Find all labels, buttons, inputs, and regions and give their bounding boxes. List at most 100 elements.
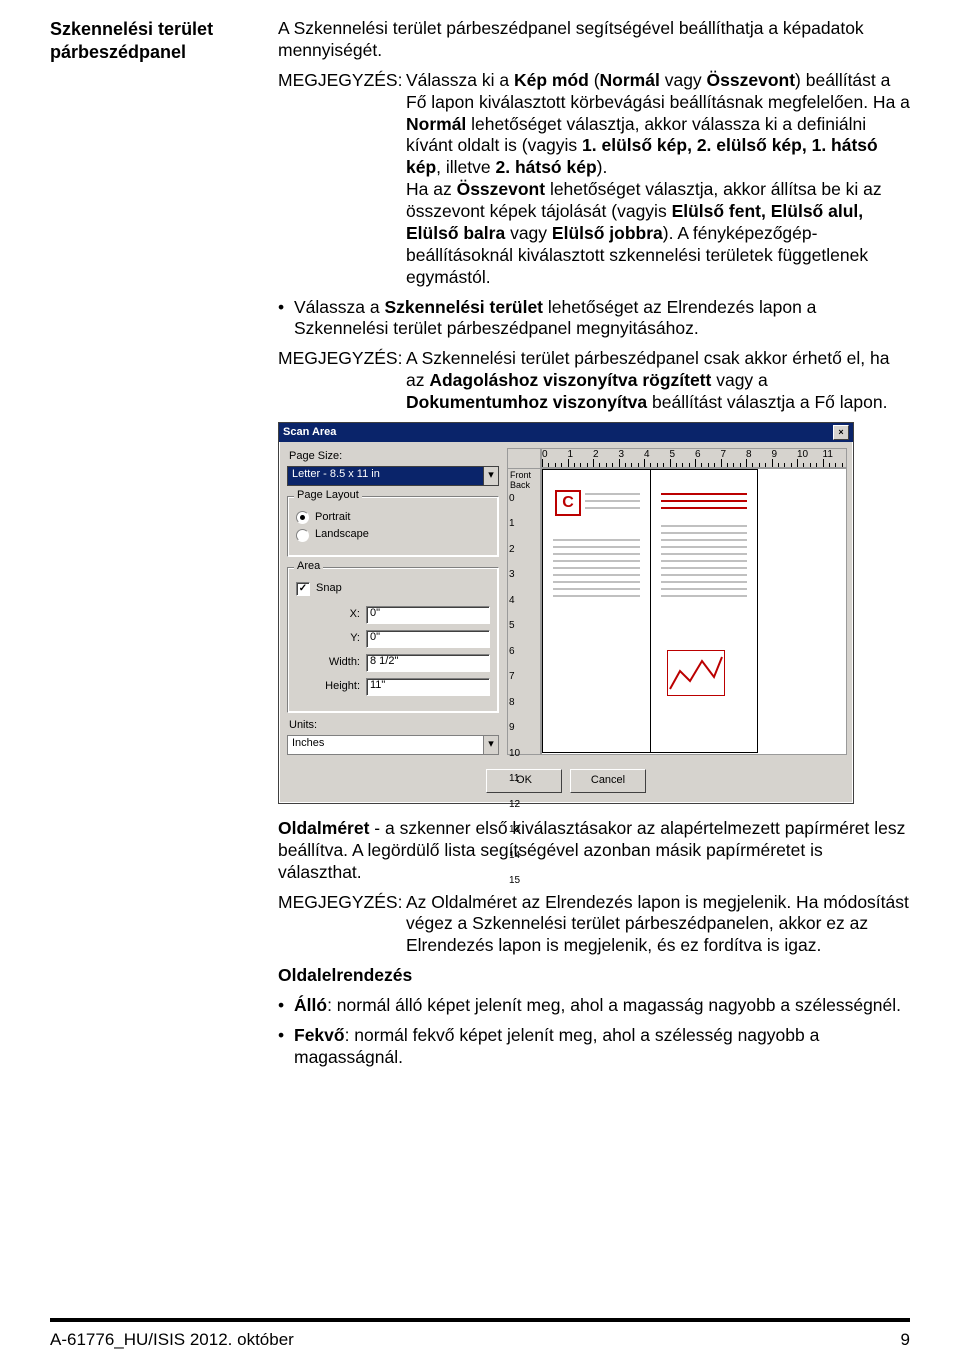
ok-button[interactable]: OK (486, 769, 562, 793)
page-size-dropdown[interactable]: Letter - 8.5 x 11 in ▾ (287, 466, 499, 486)
ruler-tick-label: 0 (509, 493, 515, 506)
t: : normál álló képet jelenít meg, ahol a … (327, 995, 901, 1015)
ruler-tick-label: 15 (509, 875, 520, 888)
t: Válassza ki a (406, 70, 514, 90)
t: : normál fekvő képet jelenít meg, ahol a… (294, 1025, 819, 1067)
units-label: Units: (289, 719, 499, 733)
t: vagy a (711, 370, 767, 390)
t: Normál (406, 114, 466, 134)
t: Oldalelrendezés (278, 965, 412, 985)
front-label: Front (510, 471, 531, 480)
ruler-tick-label: 14 (509, 850, 520, 863)
units-dropdown[interactable]: Inches ▾ (287, 735, 499, 755)
width-input[interactable]: 8 1/2" (366, 654, 490, 672)
ruler-tick-label: 10 (797, 449, 808, 462)
t: Szkennelési terület (384, 297, 543, 317)
t: Válassza a (294, 297, 384, 317)
ruler-tick-label: 4 (509, 595, 515, 608)
note-2: MEGJEGYZÉS: A Szkennelési terület párbes… (278, 348, 910, 414)
vertical-ruler: Front Back 0123456789101112131415 (507, 468, 541, 755)
ruler-tick-label: 11 (823, 449, 833, 462)
bullet-text: Fekvő: normál fekvő képet jelenít meg, a… (294, 1025, 910, 1069)
note-3-text: Az Oldalméret az Elrendezés lapon is meg… (406, 892, 910, 958)
bullet-text: Válassza a Szkennelési terület lehetőség… (294, 297, 910, 341)
bullet-fekvo: • Fekvő: normál fekvő képet jelenít meg,… (278, 1025, 910, 1069)
t: Álló (294, 995, 327, 1015)
ruler-tick-label: 9 (509, 722, 515, 735)
footer-page-number: 9 (901, 1330, 910, 1350)
ruler-tick-label: 2 (509, 544, 515, 557)
page-rect[interactable]: C (542, 469, 758, 753)
bullet-allo: • Álló: normál álló képet jelenít meg, a… (278, 995, 910, 1017)
snap-label: Snap (316, 582, 342, 596)
snap-checkbox[interactable]: ✓ Snap (296, 582, 490, 596)
t: Összevont (457, 179, 546, 199)
note-1-text: Válassza ki a Kép mód ( Normál vagy Össze… (406, 70, 910, 289)
landscape-label: Landscape (315, 528, 369, 542)
radio-icon (296, 511, 309, 524)
note-3-label: MEGJEGYZÉS: (278, 892, 406, 914)
dialog-titlebar[interactable]: Scan Area × (279, 423, 853, 442)
dialog-title: Scan Area (283, 426, 336, 440)
bullet-mark: • (278, 995, 294, 1017)
footer-left: A-61776_HU/ISIS 2012. október (50, 1330, 294, 1350)
page-size-value: Letter - 8.5 x 11 in (288, 467, 483, 485)
scan-area-dialog: Scan Area × Page Size: Letter - 8.5 x 11… (278, 422, 854, 804)
ruler-tick-label: 10 (509, 748, 520, 761)
t: Kép mód (514, 70, 589, 90)
portrait-radio[interactable]: Portrait (296, 511, 490, 525)
t: Elülső jobbra (552, 223, 663, 243)
oldalmeret-paragraph: Oldalméret - a szkenner első kiválasztás… (278, 818, 910, 884)
area-legend: Area (294, 560, 323, 574)
height-input[interactable]: 11" (366, 678, 490, 696)
t: vagy (660, 70, 707, 90)
t: , illetve (436, 157, 495, 177)
ruler-tick-label: 1 (509, 518, 515, 531)
page-size-label: Page Size: (289, 450, 499, 464)
back-label: Back (510, 481, 530, 490)
bullet-text: Álló: normál álló képet jelenít meg, aho… (294, 995, 910, 1017)
note-2-label: MEGJEGYZÉS: (278, 348, 406, 370)
t: ). (597, 157, 608, 177)
t: beállítást választja a Fő lapon. (647, 392, 887, 412)
t: Ha az (406, 179, 457, 199)
cancel-button[interactable]: Cancel (570, 769, 646, 793)
t: Dokumentumhoz viszonyítva (406, 392, 647, 412)
note-3: MEGJEGYZÉS: Az Oldalméret az Elrendezés … (278, 892, 910, 958)
chart-icon (667, 650, 725, 696)
intro-paragraph: A Szkennelési terület párbeszédpanel seg… (278, 18, 910, 62)
t: - a szkenner első kiválasztásakor az ala… (278, 818, 905, 882)
close-icon: × (838, 428, 843, 437)
bullet-open-dialog: • Válassza a Szkennelési terület lehetős… (278, 297, 910, 341)
y-label: Y: (304, 632, 366, 646)
page-layout-group: Page Layout Portrait Landscape (287, 496, 499, 558)
close-button[interactable]: × (833, 425, 849, 440)
t: Oldalméret (278, 818, 369, 838)
t: 2. hátsó kép (495, 157, 596, 177)
ruler-tick-label: 7 (509, 671, 515, 684)
note-2-text: A Szkennelési terület párbeszédpanel csa… (406, 348, 910, 414)
width-label: Width: (304, 656, 366, 670)
chevron-down-icon: ▾ (483, 736, 498, 754)
ruler-tick-label: 12 (509, 799, 520, 812)
note-1: MEGJEGYZÉS: Válassza ki a Kép mód (Normá… (278, 70, 910, 289)
t: Fekvő (294, 1025, 345, 1045)
preview-canvas[interactable]: C (541, 468, 847, 755)
ruler-tick-label: 8 (509, 697, 515, 710)
bullet-mark: • (278, 297, 294, 319)
radio-icon (296, 529, 309, 542)
horizontal-ruler: 01234567891011 (507, 448, 847, 468)
y-input[interactable]: 0" (366, 630, 490, 648)
landscape-radio[interactable]: Landscape (296, 528, 490, 542)
sidebar-heading: Szkennelési terület párbeszédpanel (50, 18, 260, 63)
t: ( (589, 70, 600, 90)
portrait-label: Portrait (315, 511, 350, 525)
ruler-tick-label: 5 (509, 620, 515, 633)
x-input[interactable]: 0" (366, 606, 490, 624)
chevron-down-icon: ▾ (483, 467, 498, 485)
t: Adagoláshoz viszonyítva rögzített (429, 370, 711, 390)
x-label: X: (304, 608, 366, 622)
bullet-mark: • (278, 1025, 294, 1047)
ruler-tick-label: 13 (509, 824, 520, 837)
area-group: Area ✓ Snap X: 0" Y: 0" (287, 567, 499, 713)
